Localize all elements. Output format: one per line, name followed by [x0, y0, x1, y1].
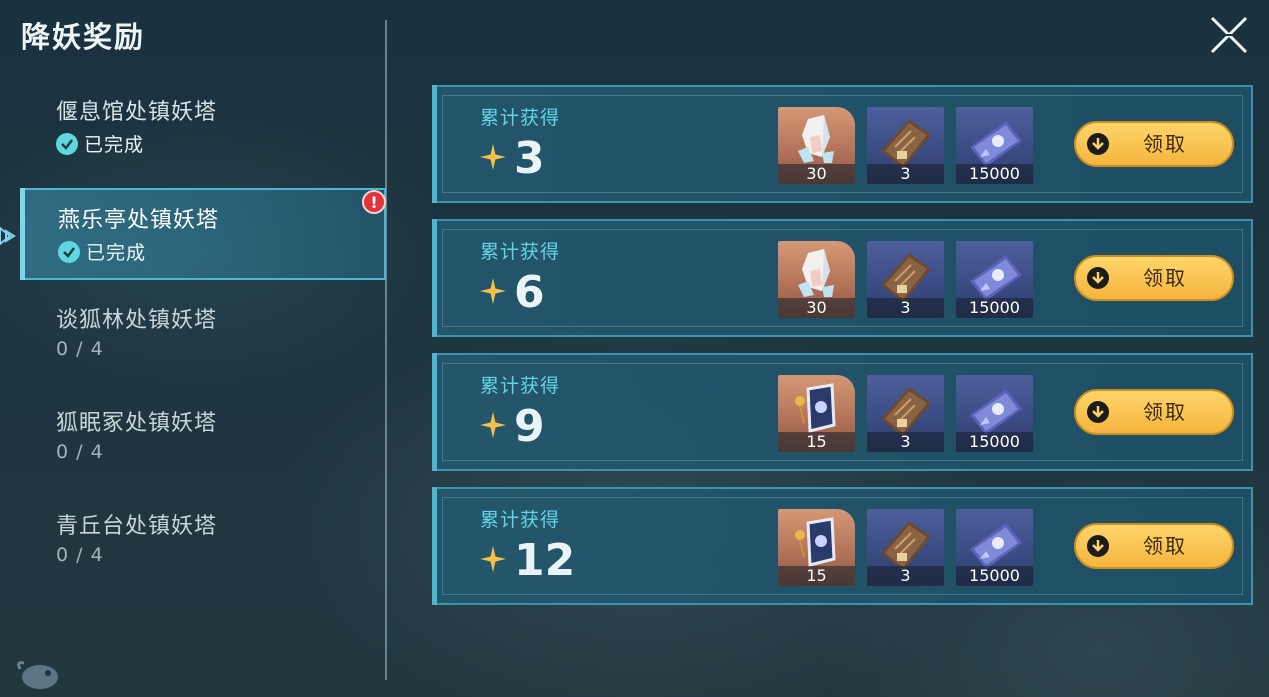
claim-button-label: 领取	[1143, 400, 1187, 424]
close-icon	[1210, 16, 1248, 54]
reward-label: 累计获得	[480, 509, 561, 531]
reward-label: 累计获得	[480, 375, 561, 397]
reward-threshold: 12	[514, 535, 576, 586]
reward-item-crystal[interactable]: 30	[778, 241, 855, 318]
claim-button-label: 领取	[1143, 132, 1187, 156]
item-quantity: 15	[778, 566, 855, 586]
tower-name: 青丘台处镇妖塔	[56, 514, 218, 539]
selection-arrow-icon	[0, 226, 16, 246]
claim-button[interactable]: 领取	[1074, 389, 1234, 435]
reward-item-crystal[interactable]: 30	[778, 107, 855, 184]
claim-button-label: 领取	[1143, 534, 1187, 558]
reward-item-book[interactable]: 3	[867, 107, 944, 184]
item-quantity: 3	[867, 164, 944, 184]
claim-button[interactable]: 领取	[1074, 121, 1234, 167]
claim-button-label: 领取	[1143, 266, 1187, 290]
reward-row: 累计获得 12 15 3 15000 领取	[432, 487, 1253, 605]
reward-row: 累计获得 6 30 3 15000 领取	[432, 219, 1253, 337]
claim-button[interactable]: 领取	[1074, 255, 1234, 301]
tower-item-tanhulin[interactable]: 谈狐林处镇妖塔 0 / 4	[20, 290, 386, 382]
reward-item-ticket[interactable]: 15000	[956, 107, 1033, 184]
reward-item-tome[interactable]: 15	[778, 375, 855, 452]
item-quantity: 3	[867, 432, 944, 452]
tower-status: 已完成	[58, 238, 146, 265]
claim-button[interactable]: 领取	[1074, 523, 1234, 569]
star-icon	[480, 546, 506, 572]
reward-label: 累计获得	[480, 241, 561, 263]
reward-row: 累计获得 3 30 3 15000 领取	[432, 85, 1253, 203]
mascot-icon	[17, 661, 58, 689]
reward-item-tome[interactable]: 15	[778, 509, 855, 586]
tower-progress: 0 / 4	[56, 441, 104, 463]
item-quantity: 15000	[956, 432, 1033, 452]
reward-item-book[interactable]: 3	[867, 241, 944, 318]
page-title: 降妖奖励	[21, 20, 146, 54]
reward-threshold: 6	[514, 267, 545, 318]
item-quantity: 3	[867, 298, 944, 318]
item-quantity: 15	[778, 432, 855, 452]
reward-item-ticket[interactable]: 15000	[956, 509, 1033, 586]
item-quantity: 30	[778, 164, 855, 184]
tower-status-text: 已完成	[86, 242, 147, 264]
tower-name: 狐眠冢处镇妖塔	[56, 411, 218, 436]
star-icon	[480, 144, 506, 170]
item-quantity: 15000	[956, 298, 1033, 318]
reward-item-book[interactable]: 3	[867, 375, 944, 452]
tower-name: 谈狐林处镇妖塔	[56, 308, 218, 333]
item-quantity: 30	[778, 298, 855, 318]
reward-item-ticket[interactable]: 15000	[956, 375, 1033, 452]
tower-progress: 0 / 4	[56, 544, 104, 566]
tower-status-text: 已完成	[84, 134, 145, 156]
tower-name: 燕乐亭处镇妖塔	[58, 208, 220, 233]
alert-badge-icon: !	[362, 190, 386, 214]
reward-row: 累计获得 9 15 3 15000 领取	[432, 353, 1253, 471]
tower-item-qingqiutai[interactable]: 青丘台处镇妖塔 0 / 4	[20, 496, 386, 588]
close-button[interactable]	[1208, 14, 1250, 56]
reward-threshold: 9	[514, 401, 545, 452]
check-icon	[56, 132, 78, 155]
tower-item-yanxiguan[interactable]: 偃息馆处镇妖塔 已完成	[20, 82, 386, 174]
tower-item-yanleting[interactable]: 燕乐亭处镇妖塔 已完成 !	[20, 188, 386, 280]
star-icon	[480, 278, 506, 304]
tower-item-humianzhong[interactable]: 狐眠冢处镇妖塔 0 / 4	[20, 393, 386, 485]
tower-progress: 0 / 4	[56, 338, 104, 360]
reward-item-book[interactable]: 3	[867, 509, 944, 586]
tower-name: 偃息馆处镇妖塔	[56, 100, 218, 125]
check-icon	[58, 240, 80, 263]
item-quantity: 3	[867, 566, 944, 586]
tower-status: 已完成	[56, 130, 144, 157]
reward-item-ticket[interactable]: 15000	[956, 241, 1033, 318]
item-quantity: 15000	[956, 566, 1033, 586]
reward-threshold: 3	[514, 133, 545, 184]
reward-label: 累计获得	[480, 107, 561, 129]
star-icon	[480, 412, 506, 438]
item-quantity: 15000	[956, 164, 1033, 184]
